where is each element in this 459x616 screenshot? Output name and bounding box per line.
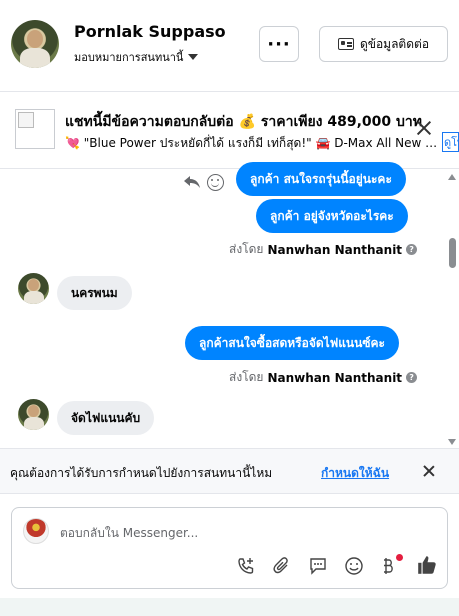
notification-dot <box>396 554 403 561</box>
scroll-down-arrow-icon[interactable] <box>448 439 456 445</box>
paperclip-icon[interactable] <box>272 556 292 576</box>
phone-plus-icon[interactable] <box>236 556 256 576</box>
ad-title: แชทนี้มีข้อความตอบกลับต่อ 💰 ราคาเพียง 48… <box>65 114 423 130</box>
scrollbar-thumb[interactable] <box>449 238 456 268</box>
sent-by-prefix: ส่งโดย <box>229 242 264 256</box>
info-icon[interactable]: ? <box>406 372 418 383</box>
conversation-header: Pornlak Suppaso มอบหมายการสนทนานี้ ··· ด… <box>0 0 459 92</box>
ad-thumbnail-image[interactable] <box>15 109 55 149</box>
info-icon[interactable]: ? <box>406 244 418 255</box>
message-bubble-outgoing[interactable]: ลูกค้า อยู่จังหวัดอะไรคะ <box>256 199 408 233</box>
assign-prompt-bar: คุณต้องการได้รับการกำหนดไปยังการสนทนานี้… <box>0 448 459 494</box>
saved-reply-icon[interactable] <box>308 556 328 576</box>
reply-input[interactable]: ตอบกลับใน Messenger... <box>60 524 198 543</box>
emoji-icon[interactable] <box>344 556 364 576</box>
reply-icon[interactable] <box>182 174 202 190</box>
sent-by-prefix: ส่งโดย <box>229 370 264 384</box>
baht-icon[interactable] <box>378 556 398 576</box>
ad-subtitle: 💘 "Blue Power ประหยัดกี่ได้ แรงก็มี เท่ก… <box>65 136 440 150</box>
message-bubble-outgoing[interactable]: ลูกค้าสนใจซื้อสดหรือจัดไฟแนนซ์คะ <box>185 326 399 360</box>
scroll-up-arrow-icon[interactable] <box>448 174 456 180</box>
contact-card-icon <box>337 38 354 50</box>
caret-down-icon <box>188 54 199 60</box>
more-options-button[interactable]: ··· <box>259 26 299 62</box>
message-bubble-outgoing[interactable]: ลูกค้า สนใจรถรุ่นนี้อยู่นะคะ <box>236 162 406 196</box>
close-icon[interactable] <box>416 120 432 136</box>
sent-by-line: ส่งโดย Nanwhan Nanthanit ? <box>229 240 418 259</box>
view-contact-info-label: ดูข้อมูลติดต่อ <box>359 36 430 51</box>
assign-to-me-link[interactable]: กำหนดให้ฉัน <box>321 464 389 483</box>
close-icon[interactable] <box>423 465 435 477</box>
react-emoji-icon[interactable] <box>207 174 224 191</box>
sent-by-agent: Nanwhan Nanthanit <box>267 370 403 385</box>
view-contact-info-button[interactable]: ดูข้อมูลติดต่อ <box>319 26 448 62</box>
contact-avatar-small <box>18 273 49 304</box>
ad-context-banner: แชทนี้มีข้อความตอบกลับต่อ 💰 ราคาเพียง 48… <box>0 93 459 169</box>
assign-prompt-text: คุณต้องการได้รับการกำหนดไปยังการสนทนานี้… <box>10 466 273 480</box>
bottom-strip <box>0 598 459 616</box>
reply-composer[interactable]: ตอบกลับใน Messenger... <box>11 507 448 589</box>
thumbs-up-icon[interactable] <box>416 554 438 576</box>
view-post-link[interactable]: ดูโพสต์ <box>442 132 459 152</box>
message-bubble-incoming[interactable]: นครพนม <box>57 276 132 310</box>
assign-conversation-label: มอบหมายการสนทนานี้ <box>74 51 184 64</box>
sent-by-line: ส่งโดย Nanwhan Nanthanit ? <box>229 368 418 387</box>
contact-name[interactable]: Pornlak Suppaso <box>74 22 226 41</box>
contact-avatar-small <box>18 399 49 430</box>
sent-by-agent: Nanwhan Nanthanit <box>267 242 403 257</box>
assign-conversation-dropdown[interactable]: มอบหมายการสนทนานี้ <box>74 48 199 66</box>
message-bubble-incoming[interactable]: จัดไฟแนนคับ <box>57 401 155 435</box>
page-avatar <box>23 518 49 544</box>
contact-avatar[interactable] <box>11 20 59 68</box>
